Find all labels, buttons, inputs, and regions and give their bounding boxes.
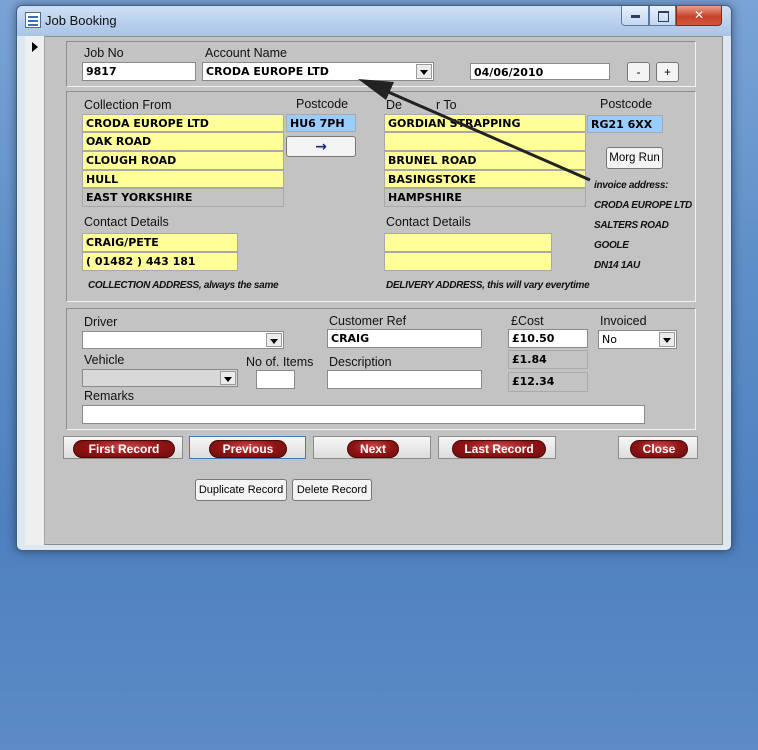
invoiced-label: Invoiced [600, 314, 647, 328]
collection-line-4[interactable]: HULL [82, 170, 284, 188]
total-field: £12.34 [508, 372, 588, 392]
last-record-label: Last Record [452, 440, 546, 458]
collection-line-5[interactable]: EAST YORKSHIRE [82, 188, 284, 207]
delivery-line-4[interactable]: BASINGSTOKE [384, 170, 586, 188]
vat-field: £1.84 [508, 350, 588, 369]
description-label: Description [329, 355, 392, 369]
form-icon [25, 12, 41, 28]
cost-field[interactable]: £10.50 [508, 329, 588, 348]
account-name-combo[interactable]: CRODA EUROPE LTD [202, 62, 434, 81]
account-name-label: Account Name [205, 46, 287, 60]
minimize-button[interactable] [621, 6, 649, 26]
delivery-contact-name[interactable] [384, 233, 552, 252]
delivery-contact-phone[interactable] [384, 252, 552, 271]
close-window-button[interactable]: ✕ [676, 6, 722, 26]
copy-address-button[interactable]: → [286, 136, 356, 157]
next-label: Next [347, 440, 399, 458]
collection-postcode-field[interactable]: HU6 7PH [286, 114, 356, 132]
invoiced-value: No [602, 333, 617, 346]
chevron-down-icon[interactable] [266, 333, 282, 347]
collection-contact-name[interactable]: CRAIG/PETE [82, 233, 238, 252]
collection-line-1[interactable]: CRODA EUROPE LTD [82, 114, 284, 132]
invoice-line-1: invoice address: [594, 180, 669, 191]
current-record-icon [32, 42, 38, 52]
delivery-line-1[interactable]: GORDIAN STRAPPING [384, 114, 586, 132]
remarks-field[interactable] [82, 405, 645, 424]
record-selector[interactable] [25, 36, 45, 545]
close-label: Close [630, 440, 688, 458]
account-name-value: CRODA EUROPE LTD [206, 65, 329, 78]
window-title: Job Booking [45, 13, 117, 28]
invoice-line-2: CRODA EUROPE LTD [594, 200, 692, 211]
duplicate-record-button[interactable]: Duplicate Record [195, 479, 287, 501]
previous-label: Previous [209, 440, 287, 458]
delivery-line-3[interactable]: BRUNEL ROAD [384, 151, 586, 170]
delete-record-button[interactable]: Delete Record [292, 479, 372, 501]
customer-ref-label: Customer Ref [329, 314, 407, 328]
collection-line-2[interactable]: OAK ROAD [82, 132, 284, 151]
chevron-down-icon[interactable] [416, 64, 432, 79]
minimize-icon [631, 15, 640, 18]
collection-note: COLLECTION ADDRESS, always the same [88, 280, 279, 291]
job-no-label: Job No [84, 46, 124, 60]
first-record-button[interactable]: First Record [63, 436, 183, 459]
driver-combo[interactable] [82, 331, 284, 349]
driver-label: Driver [84, 315, 118, 329]
close-icon: ✕ [693, 8, 705, 22]
delivery-line-5[interactable]: HAMPSHIRE [384, 188, 586, 207]
invoiced-combo[interactable]: No [598, 330, 677, 349]
morg-run-button[interactable]: Morg Run [606, 147, 663, 169]
delivery-postcode-label: Postcode [600, 97, 653, 111]
description-field[interactable] [327, 370, 482, 389]
deliver-to-label-start: De [386, 98, 402, 112]
items-label: No of. Items [246, 355, 314, 369]
next-date-button[interactable]: + [656, 62, 679, 82]
next-button[interactable]: Next [313, 436, 431, 459]
remarks-label: Remarks [84, 389, 135, 403]
close-button[interactable]: Close [618, 436, 698, 459]
booking-date-field[interactable]: 04/06/2010 [470, 63, 610, 80]
maximize-button[interactable] [649, 6, 676, 26]
deliver-to-label: De r To [386, 98, 457, 112]
first-record-label: First Record [73, 440, 175, 458]
customer-ref-field[interactable]: CRAIG [327, 329, 482, 348]
job-no-field[interactable]: 9817 [82, 62, 196, 81]
arrow-right-icon: → [315, 139, 327, 155]
invoice-line-4: GOOLE [594, 240, 629, 251]
vehicle-combo[interactable] [82, 369, 238, 387]
collection-line-3[interactable]: CLOUGH ROAD [82, 151, 284, 170]
items-field[interactable] [256, 370, 295, 389]
cost-label: £Cost [511, 314, 544, 328]
delivery-line-2[interactable] [384, 132, 586, 151]
last-record-button[interactable]: Last Record [438, 436, 556, 459]
chevron-down-icon[interactable] [659, 332, 675, 347]
chevron-down-icon[interactable] [220, 371, 236, 385]
collection-contact-label: Contact Details [84, 215, 169, 229]
delivery-postcode-field[interactable]: RG21 6XX [587, 115, 663, 133]
maximize-icon [658, 11, 669, 22]
deliver-to-label-end: r To [435, 98, 457, 112]
collection-postcode-label: Postcode [296, 97, 349, 111]
vehicle-label: Vehicle [84, 353, 125, 367]
collection-from-label: Collection From [84, 98, 172, 112]
collection-contact-phone[interactable]: ( 01482 ) 443 181 [82, 252, 238, 271]
delivery-note: DELIVERY ADDRESS, this will vary everyti… [386, 280, 590, 291]
invoice-line-3: SALTERS ROAD [594, 220, 669, 231]
invoice-line-5: DN14 1AU [594, 260, 640, 271]
prev-date-button[interactable]: - [627, 62, 650, 82]
previous-button[interactable]: Previous [189, 436, 306, 459]
delivery-contact-label: Contact Details [386, 215, 471, 229]
